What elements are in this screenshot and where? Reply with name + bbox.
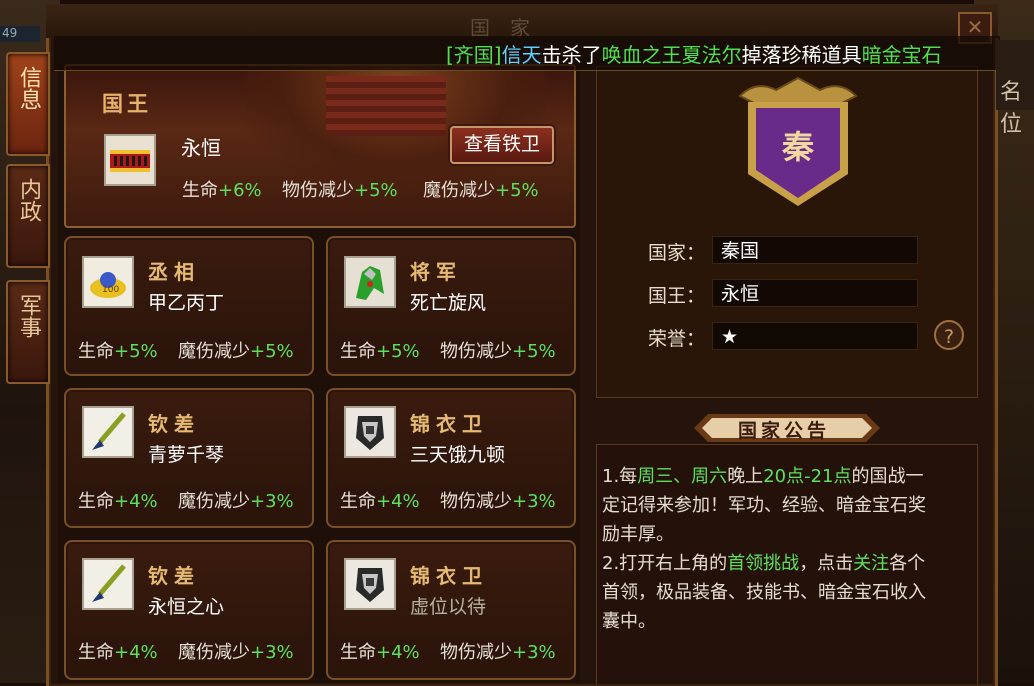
country-emblem: 秦 bbox=[736, 74, 860, 210]
country-value: 秦国 bbox=[712, 236, 918, 264]
notice-title: 国家公告 bbox=[737, 420, 830, 442]
card-stat-2: 魔伤减少+3% bbox=[178, 642, 294, 663]
notice-text: 1.每周三、周六晚上20点-21点的国战一 定记得来参加！军功、经验、暗金宝石奖… bbox=[602, 462, 972, 636]
view-guards-button[interactable]: 查看铁卫 bbox=[450, 126, 554, 164]
card-title: 锦衣卫 bbox=[410, 412, 488, 436]
tab-domestic[interactable]: 内政 bbox=[6, 164, 50, 268]
card-name: 甲乙丙丁 bbox=[148, 292, 225, 314]
side-ribbon: 名位 bbox=[996, 40, 1034, 137]
side-ribbon-label: 名位 bbox=[1000, 80, 1023, 137]
notice-line: 首领，极品装备、技能书、暗金宝石收入 bbox=[602, 582, 926, 603]
ticker-text: [齐国]信天击杀了唤血之王夏法尔掉落珍稀道具暗金宝石 bbox=[446, 43, 942, 67]
guard-badge-icon bbox=[344, 558, 396, 610]
throne-stairs-art bbox=[326, 76, 446, 136]
king-stat-hp: 生命+6% bbox=[182, 180, 262, 201]
card-stat-2: 魔伤减少+5% bbox=[178, 341, 294, 362]
card-stat-2: 物伤减少+3% bbox=[440, 491, 556, 512]
card-title: 丞相 bbox=[148, 260, 200, 284]
card-stat-2: 魔伤减少+3% bbox=[178, 491, 294, 512]
notice-line: 2.打开右上角的首领挑战，点击关注各个 bbox=[602, 553, 926, 574]
king-stat-magic: 魔伤减少+5% bbox=[423, 180, 539, 201]
card-stat-hp: 生命+4% bbox=[78, 642, 158, 663]
card-stat-hp: 生命+4% bbox=[340, 491, 420, 512]
king-name: 永恒 bbox=[181, 136, 221, 160]
tab-military-label: 军事 bbox=[16, 294, 41, 338]
honor-label: 荣誉： bbox=[648, 328, 706, 350]
card-title: 钦差 bbox=[148, 564, 200, 588]
help-icon[interactable]: ? bbox=[934, 320, 964, 350]
card-stat-hp: 生命+5% bbox=[78, 341, 158, 362]
king-label: 国王： bbox=[648, 285, 706, 307]
brush-icon bbox=[82, 406, 134, 458]
tab-info[interactable]: 信息 bbox=[6, 52, 50, 156]
corner-number: 49 bbox=[0, 26, 40, 42]
notice-line: 1.每周三、周六晚上20点-21点的国战一 bbox=[602, 466, 924, 487]
tab-domestic-label: 内政 bbox=[16, 178, 41, 222]
guard-badge-icon bbox=[344, 406, 396, 458]
king-value: 永恒 bbox=[712, 279, 918, 307]
general-armor-icon bbox=[344, 256, 396, 308]
card-title: 锦衣卫 bbox=[410, 564, 488, 588]
notice-line: 定记得来参加！军功、经验、暗金宝石奖 bbox=[602, 495, 926, 516]
country-label: 国家： bbox=[648, 242, 706, 264]
card-stat-2: 物伤减少+5% bbox=[440, 341, 556, 362]
card-stat-hp: 生命+4% bbox=[340, 642, 420, 663]
card-stat-hp: 生命+5% bbox=[340, 341, 420, 362]
brush-icon bbox=[82, 558, 134, 610]
broadcast-ticker: [齐国]信天击杀了唤血之王夏法尔掉落珍稀道具暗金宝石 bbox=[54, 36, 1000, 71]
king-title: 国王 bbox=[102, 91, 152, 116]
card-title: 将军 bbox=[410, 260, 462, 284]
card-name: 虚位以待 bbox=[410, 596, 487, 618]
svg-text:100: 100 bbox=[102, 285, 119, 295]
card-name: 死亡旋风 bbox=[410, 292, 487, 314]
emblem-char: 秦 bbox=[781, 128, 815, 166]
notice-line: 励丰厚。 bbox=[602, 524, 674, 545]
card-title: 钦差 bbox=[148, 412, 200, 436]
card-name: 永恒之心 bbox=[148, 596, 225, 618]
card-stat-hp: 生命+4% bbox=[78, 491, 158, 512]
card-name: 三天饿九顿 bbox=[410, 444, 506, 466]
crown-box-icon bbox=[104, 134, 156, 186]
card-name: 青萝千琴 bbox=[148, 444, 225, 466]
tab-info-label: 信息 bbox=[16, 66, 41, 110]
notice-line: 囊中。 bbox=[602, 611, 656, 632]
chancellor-seal-icon: 100 bbox=[82, 256, 134, 308]
tab-military[interactable]: 军事 bbox=[6, 280, 50, 384]
honor-value: ★ bbox=[712, 322, 918, 350]
king-stat-phys: 物伤减少+5% bbox=[282, 180, 398, 201]
card-stat-2: 物伤减少+3% bbox=[440, 642, 556, 663]
